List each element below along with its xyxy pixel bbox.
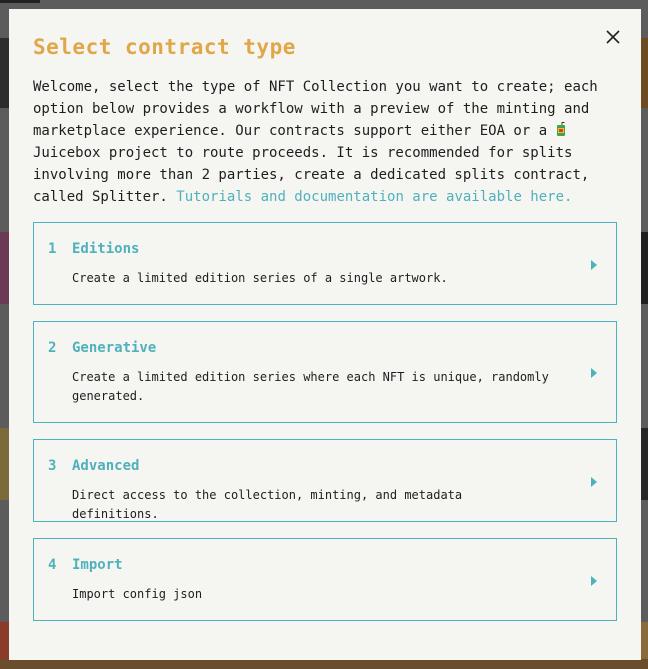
docs-link[interactable]: Tutorials and documentation are availabl… bbox=[176, 189, 572, 205]
background-thumbnail bbox=[641, 428, 648, 500]
intro-text: Welcome, select the type of NFT Collecti… bbox=[33, 79, 598, 139]
option-title: Import bbox=[72, 557, 123, 573]
modal-title: Select contract type bbox=[33, 35, 296, 59]
option-editions[interactable]: 1 Editions Create a limited edition seri… bbox=[33, 222, 617, 305]
modal-intro: Welcome, select the type of NFT Collecti… bbox=[33, 76, 623, 208]
option-number: 4 bbox=[48, 557, 57, 573]
background-tab-indicator bbox=[0, 0, 40, 3]
select-contract-type-modal: Select contract type Welcome, select the… bbox=[9, 9, 641, 660]
caret-right-icon bbox=[591, 576, 597, 586]
option-advanced[interactable]: 3 Advanced Direct access to the collecti… bbox=[33, 439, 617, 522]
caret-right-icon bbox=[591, 368, 597, 378]
option-title: Editions bbox=[72, 241, 140, 257]
option-description: Create a limited edition series of a sin… bbox=[72, 271, 448, 285]
juicebox-icon bbox=[556, 122, 565, 136]
background-thumbnail bbox=[0, 38, 9, 108]
background-thumbnail bbox=[641, 38, 648, 108]
option-import[interactable]: 4 Import Import config json bbox=[33, 538, 617, 621]
option-description: Direct access to the collection, minting… bbox=[72, 488, 463, 521]
option-number: 3 bbox=[48, 458, 57, 474]
background-thumbnail bbox=[0, 428, 9, 500]
background-bottom-strip bbox=[0, 659, 648, 669]
option-description: Create a limited edition series where ea… bbox=[72, 370, 549, 403]
close-button[interactable] bbox=[603, 27, 623, 47]
caret-right-icon bbox=[591, 477, 597, 487]
option-generative[interactable]: 2 Generative Create a limited edition se… bbox=[33, 321, 617, 423]
option-title: Advanced bbox=[72, 458, 140, 474]
option-description: Import config json bbox=[72, 587, 203, 601]
option-number: 2 bbox=[48, 340, 57, 356]
caret-right-icon bbox=[591, 260, 597, 270]
option-title: Generative bbox=[72, 340, 157, 356]
close-icon bbox=[606, 30, 620, 44]
option-number: 1 bbox=[48, 241, 57, 257]
background-thumbnail bbox=[0, 232, 9, 304]
background-thumbnail bbox=[641, 232, 648, 304]
